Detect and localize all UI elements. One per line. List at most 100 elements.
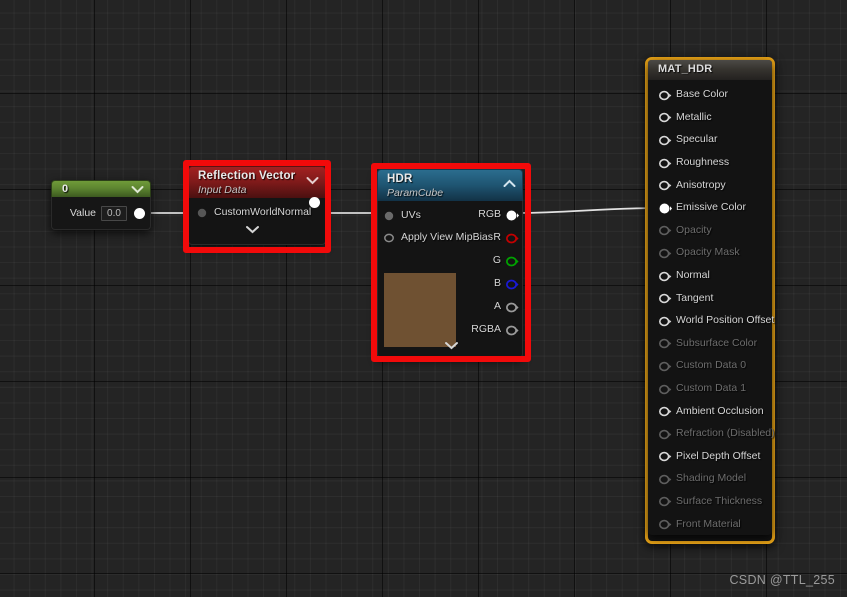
input-pin-tangent[interactable]: [659, 293, 672, 304]
pin-row-front-material[interactable]: Front Material: [648, 512, 772, 535]
node-hdr-body: UVs Apply View MipBias RGB R G B A RGBA: [377, 201, 523, 358]
pin-row-g[interactable]: G: [493, 254, 519, 266]
value-input[interactable]: [101, 205, 127, 221]
node-material-output[interactable]: MAT_HDR Base Color Metallic Specular Roughn…: [648, 60, 775, 535]
input-pin-custom-data-1[interactable]: [659, 384, 672, 394]
pin-row-r[interactable]: R: [493, 231, 519, 243]
pin-row-roughness[interactable]: Roughness: [648, 151, 772, 174]
input-pin-surface-thickness[interactable]: [659, 496, 672, 507]
input-pin-custom-data-0[interactable]: [659, 361, 672, 372]
pin-row-metallic[interactable]: Metallic: [648, 106, 772, 129]
output-pin-g[interactable]: [506, 256, 519, 266]
input-pin-normal[interactable]: [659, 271, 672, 281]
pin-label: Base Color: [676, 88, 728, 101]
texture-preview[interactable]: [384, 273, 456, 347]
node-reflection-vector-title: Reflection Vector: [198, 170, 296, 182]
pin-label: Custom Data 1: [676, 382, 747, 395]
pin-label: Subsurface Color: [676, 336, 758, 349]
pin-row-shading-model[interactable]: Shading Model: [648, 467, 772, 490]
input-pin-subsurface-color[interactable]: [659, 338, 672, 349]
input-pin-customworldnormal[interactable]: [197, 208, 208, 217]
chevron-up-icon[interactable]: [503, 179, 516, 188]
pin-row-custom-data-1[interactable]: Custom Data 1: [648, 377, 772, 400]
pin-row-a[interactable]: A: [494, 300, 519, 312]
input-pin-world-position-offset[interactable]: [659, 316, 672, 326]
pin-row-rgb[interactable]: RGB: [478, 208, 519, 220]
pin-label: Tangent: [676, 291, 714, 304]
pin-row-tangent[interactable]: Tangent: [648, 286, 772, 309]
output-pin-rgba[interactable]: [506, 325, 519, 335]
material-graph-canvas[interactable]: 0 Value Reflection Vector Input Data: [0, 0, 847, 597]
pin-row-opacity-mask[interactable]: Opacity Mask: [648, 241, 772, 264]
pin-row-normal[interactable]: Normal: [648, 264, 772, 287]
expand-chevron-down-icon[interactable]: [245, 224, 260, 234]
pin-row-surface-thickness[interactable]: Surface Thickness: [648, 490, 772, 513]
pin-row-rgba[interactable]: RGBA: [471, 323, 519, 335]
pin-label: Specular: [676, 133, 718, 146]
output-pin-rgb[interactable]: [506, 210, 519, 220]
input-pin-refraction-disabled[interactable]: [659, 429, 672, 439]
node-hdr-header[interactable]: HDR ParamCube: [377, 169, 523, 201]
pin-label: Refraction (Disabled): [676, 427, 775, 440]
input-pin-front-material[interactable]: [659, 519, 672, 530]
pin-label: World Position Offset: [676, 314, 775, 327]
pin-label: Opacity Mask: [676, 246, 740, 259]
pin-row-refraction-disabled[interactable]: Refraction (Disabled): [648, 422, 775, 445]
pin-label: Emissive Color: [676, 201, 747, 214]
wire-hdr-rgb-to-emissive: [516, 207, 664, 214]
node-reflection-vector-subtitle: Input Data: [198, 184, 247, 196]
pin-row-opacity[interactable]: Opacity: [648, 219, 772, 242]
pin-row-b[interactable]: B: [493, 277, 519, 289]
pin-row-base-color[interactable]: Base Color: [648, 83, 772, 106]
pin-row-emissive-color[interactable]: Emissive Color: [648, 196, 772, 219]
input-pin-shading-model[interactable]: [659, 474, 672, 485]
pin-label: Opacity: [676, 223, 712, 236]
out-label-r: R: [493, 231, 501, 243]
out-label-rgba: RGBA: [471, 323, 501, 335]
pin-row-customworldnormal[interactable]: CustomWorldNormal: [189, 197, 325, 218]
chevron-down-icon[interactable]: [306, 176, 319, 185]
value-label: Value: [69, 207, 96, 219]
node-hdr-paramcube[interactable]: HDR ParamCube UVs Apply View MipBias RGB…: [377, 169, 523, 358]
watermark-text: CSDN @TTL_255: [729, 573, 835, 587]
output-pin-reflection[interactable]: [309, 197, 320, 208]
pin-label: Anisotropy: [676, 178, 726, 191]
input-pin-opacity[interactable]: [659, 225, 672, 236]
input-pin-ambient-occlusion[interactable]: [659, 406, 672, 417]
node-constant-header[interactable]: 0: [51, 180, 151, 197]
out-label-b: B: [493, 277, 501, 289]
pin-row-pixel-depth-offset[interactable]: Pixel Depth Offset: [648, 445, 772, 468]
input-pin-emissive-color[interactable]: [659, 203, 672, 214]
pin-row-specular[interactable]: Specular: [648, 128, 772, 151]
pin-row-custom-data-0[interactable]: Custom Data 0: [648, 354, 772, 377]
output-pin-r[interactable]: [506, 233, 519, 243]
input-pin-opacity-mask[interactable]: [659, 248, 672, 259]
node-material-header[interactable]: MAT_HDR: [648, 60, 772, 80]
input-pin-apply-view-mipbias[interactable]: [384, 233, 395, 242]
input-pin-metallic[interactable]: [659, 112, 672, 123]
input-pin-base-color[interactable]: [659, 90, 672, 100]
pin-row-subsurface-color[interactable]: Subsurface Color: [648, 332, 772, 355]
pin-label: Normal: [676, 269, 710, 282]
pin-label: Shading Model: [676, 472, 747, 485]
pin-row-anisotropy[interactable]: Anisotropy: [648, 173, 772, 196]
node-constant[interactable]: 0 Value: [51, 180, 151, 230]
pin-row-world-position-offset[interactable]: World Position Offset: [648, 309, 775, 332]
input-pin-specular[interactable]: [659, 135, 672, 146]
input-pin-roughness[interactable]: [659, 158, 672, 168]
chevron-down-icon[interactable]: [131, 185, 144, 194]
node-reflection-vector-header[interactable]: Reflection Vector Input Data: [188, 166, 326, 198]
pin-label: Pixel Depth Offset: [676, 449, 761, 462]
input-pin-uvs[interactable]: [384, 211, 395, 220]
input-pin-pixel-depth-offset[interactable]: [659, 451, 672, 462]
output-pin-b[interactable]: [506, 279, 519, 289]
node-reflection-vector[interactable]: Reflection Vector Input Data CustomWorld…: [188, 166, 326, 245]
expand-chevron-down-icon[interactable]: [444, 340, 459, 350]
output-pin-a[interactable]: [506, 302, 519, 312]
pin-label: Ambient Occlusion: [676, 404, 764, 417]
pin-label-uvs: UVs: [401, 209, 421, 221]
output-pin-const[interactable]: [134, 207, 145, 219]
node-material-title: MAT_HDR: [658, 63, 713, 75]
pin-row-ambient-occlusion[interactable]: Ambient Occlusion: [648, 399, 772, 422]
input-pin-anisotropy[interactable]: [659, 180, 672, 191]
